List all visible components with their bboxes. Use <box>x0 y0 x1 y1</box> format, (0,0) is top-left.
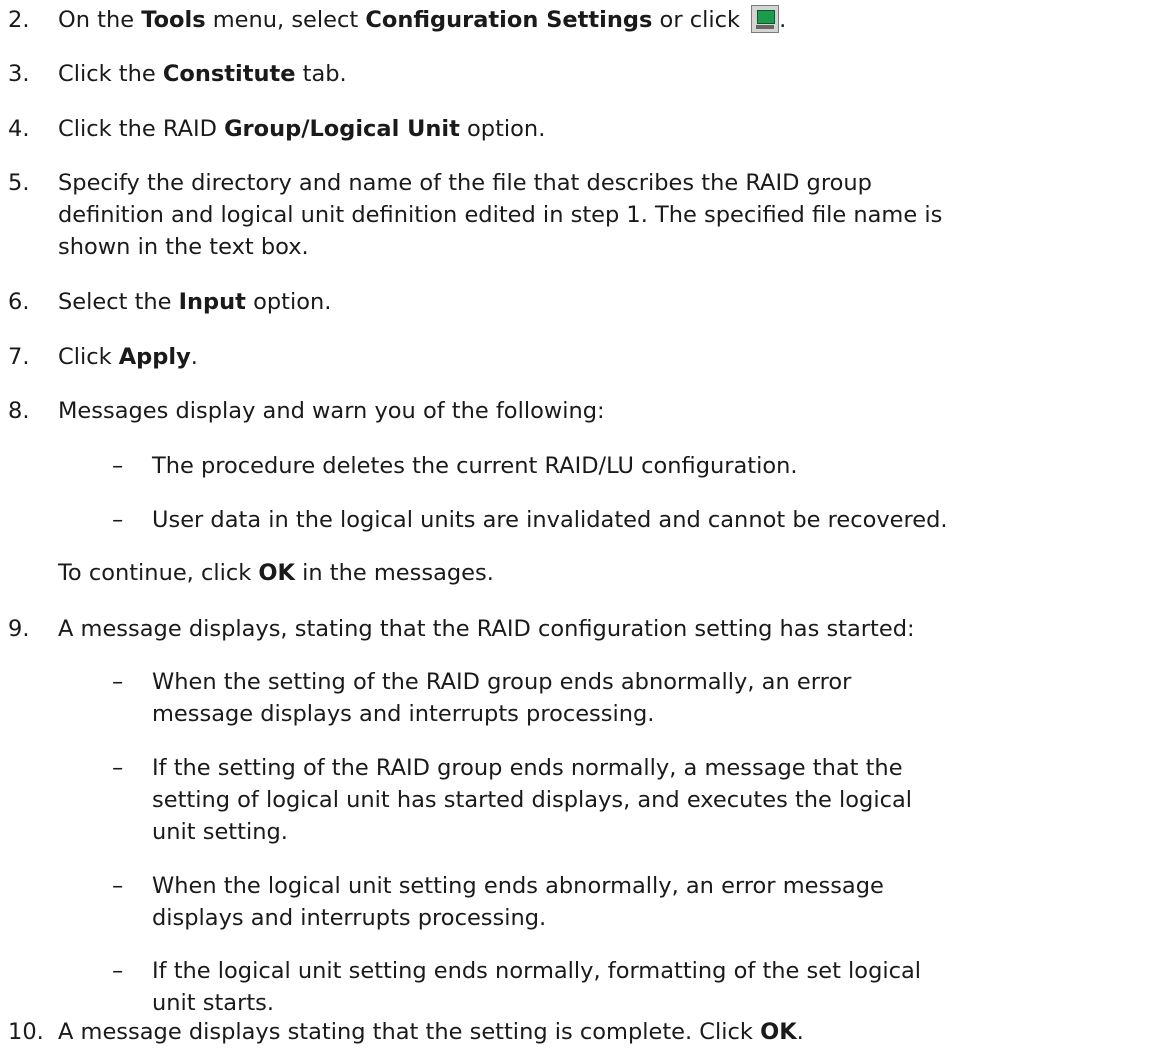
option-name: Input <box>178 289 246 315</box>
button-name: OK <box>760 1019 797 1045</box>
step-number: 5. <box>8 170 30 196</box>
dash-marker: – <box>112 669 124 695</box>
step-number: 8. <box>8 398 30 424</box>
step-number: 4. <box>8 116 30 142</box>
bullet-text-line: If the setting of the RAID group ends no… <box>152 755 903 781</box>
bullet-text-line: unit setting. <box>152 819 288 845</box>
step-number: 3. <box>8 61 30 87</box>
dash-marker: – <box>112 958 124 984</box>
step-number: 7. <box>8 344 30 370</box>
step-text-line: definition and logical unit definition e… <box>58 202 943 228</box>
step-text: Click the Constitute tab. <box>58 61 347 87</box>
step-text: Messages display and warn you of the fol… <box>58 398 605 424</box>
bullet-text-line: If the logical unit setting ends normall… <box>152 958 922 984</box>
step-text: A message displays stating that the sett… <box>58 1019 804 1045</box>
dash-marker: – <box>112 453 124 479</box>
step-number: 6. <box>8 289 30 315</box>
dash-marker: – <box>112 755 124 781</box>
tab-name: Constitute <box>162 61 296 87</box>
command-name: Configuration Settings <box>365 7 653 33</box>
step-number: 10. <box>8 1019 44 1045</box>
bullet-text: The procedure deletes the current RAID/L… <box>152 453 798 479</box>
bullet-text-line: displays and interrupts processing. <box>152 905 547 931</box>
bullet-text-line: setting of logical unit has started disp… <box>152 787 912 813</box>
step-text-line: shown in the text box. <box>58 234 309 260</box>
option-name: Group/Logical Unit <box>224 116 460 142</box>
step-text: Click the RAID Group/Logical Unit option… <box>58 116 546 142</box>
dash-marker: – <box>112 507 124 533</box>
configuration-settings-icon <box>751 5 780 33</box>
step-number: 2. <box>8 7 30 33</box>
bullet-text-line: message displays and interrupts processi… <box>152 701 655 727</box>
step-text: To continue, click OK in the messages. <box>58 560 494 586</box>
dash-marker: – <box>112 873 124 899</box>
step-text: On the Tools menu, select Configuration … <box>58 5 787 33</box>
button-name: Apply <box>118 344 191 370</box>
step-text: Select the Input option. <box>58 289 332 315</box>
menu-name: Tools <box>141 7 206 33</box>
button-name: OK <box>258 560 295 586</box>
step-text: A message displays, stating that the RAI… <box>58 616 915 642</box>
step-text: Click Apply. <box>58 344 198 370</box>
bullet-text-line: When the logical unit setting ends abnor… <box>152 873 884 899</box>
step-number: 9. <box>8 616 30 642</box>
bullet-text: User data in the logical units are inval… <box>152 507 948 533</box>
bullet-text-line: When the setting of the RAID group ends … <box>152 669 852 695</box>
step-text-line: Specify the directory and name of the fi… <box>58 170 872 196</box>
